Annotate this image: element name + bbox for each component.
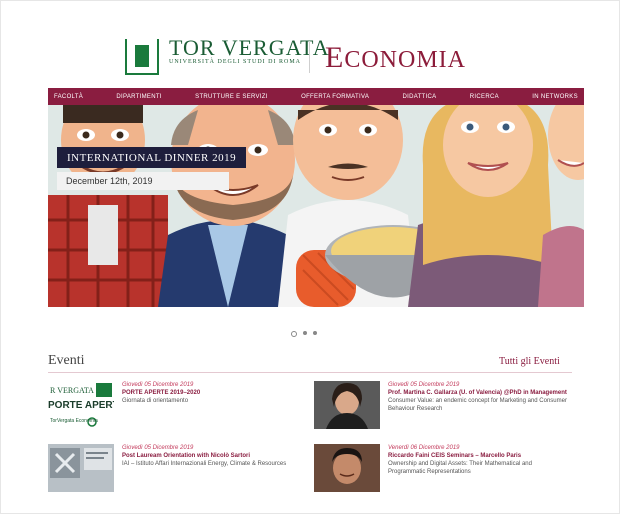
event-thumbnail: R VERGATA PORTE APERTE TorVergata Econom… xyxy=(48,381,114,429)
nav-item-ricerca[interactable]: Ricerca xyxy=(470,94,499,100)
event-text: Venerdì 06 Dicembre 2019 Riccardo Faini … xyxy=(388,444,568,476)
nav-item-networks[interactable]: In Networks xyxy=(532,94,578,100)
tor-vergata-emblem-icon xyxy=(125,39,159,75)
slide-title[interactable]: INTERNATIONAL DINNER 2019 xyxy=(57,147,247,168)
thumb-label-main: PORTE APERTE xyxy=(48,400,114,411)
speaker-photo xyxy=(314,381,380,429)
tor-vergata-title: TOR VERGATA xyxy=(169,35,330,60)
event-thumbnail xyxy=(314,444,380,492)
slider-dot-3[interactable] xyxy=(313,331,317,335)
event-text: Giovedì 05 Dicembre 2019 PORTE APERTE 20… xyxy=(122,381,302,405)
event-item[interactable]: R VERGATA PORTE APERTE TorVergata Econom… xyxy=(48,381,298,433)
event-item[interactable]: Giovedì 05 Dicembre 2019 Prof. Martina C… xyxy=(314,381,567,433)
event-description: Consumer Value: an endemic concept for M… xyxy=(388,398,567,412)
event-text: Giovedì 05 Dicembre 2019 Post Lauream Or… xyxy=(122,444,302,468)
speaker-photo xyxy=(314,444,380,492)
orientation-image xyxy=(48,444,114,492)
tor-vergata-logo[interactable]: TOR VERGATA UNIVERSITÀ DEGLI STUDI DI RO… xyxy=(119,35,359,79)
nav-item-didattica[interactable]: Didattica xyxy=(403,94,437,100)
economia-logo[interactable]: ECONOMIA xyxy=(325,41,466,75)
event-item[interactable]: Venerdì 06 Dicembre 2019 Riccardo Faini … xyxy=(314,444,564,496)
event-item[interactable]: Giovedì 05 Dicembre 2019 Post Lauream Or… xyxy=(48,444,298,496)
main-nav: Facoltà Dipartimenti Strutture e Servizi… xyxy=(48,88,584,105)
slide-date: December 12th, 2019 xyxy=(57,172,229,190)
event-thumbnail xyxy=(314,381,380,429)
slider-dot-1[interactable] xyxy=(291,331,297,337)
tor-vergata-subtitle: UNIVERSITÀ DEGLI STUDI DI ROMA xyxy=(169,59,301,65)
event-date: Giovedì 05 Dicembre 2019 xyxy=(122,445,194,451)
hero-illustration xyxy=(48,105,584,307)
event-title[interactable]: Riccardo Faini CEIS Seminars – Marcello … xyxy=(388,452,568,460)
event-title[interactable]: PORTE APERTE 2019–2020 xyxy=(122,389,302,397)
event-title[interactable]: Post Lauream Orientation with Nicolò Sar… xyxy=(122,452,302,460)
slider-dot-2[interactable] xyxy=(303,331,307,335)
slider-pagination xyxy=(291,331,317,337)
event-title[interactable]: Prof. Martina C. Gallarza (U. of Valenci… xyxy=(388,389,568,397)
nav-item-dipartimenti[interactable]: Dipartimenti xyxy=(116,94,161,100)
events-divider xyxy=(48,372,572,373)
events-heading: Eventi xyxy=(48,353,85,368)
event-description: Ownership and Digital Assets: Their Math… xyxy=(388,461,532,475)
event-thumbnail xyxy=(48,444,114,492)
hero-slider[interactable]: INTERNATIONAL DINNER 2019 December 12th,… xyxy=(48,105,584,307)
header-divider xyxy=(309,41,310,73)
thumb-label-bottom: TorVergata Economia xyxy=(50,418,98,424)
all-events-link[interactable]: Tutti gli Eventi xyxy=(499,356,560,367)
event-description: Giornata di orientamento xyxy=(122,398,189,404)
event-date: Giovedì 05 Dicembre 2019 xyxy=(388,382,460,388)
browser-frame: TOR VERGATA UNIVERSITÀ DEGLI STUDI DI RO… xyxy=(0,0,620,514)
event-description: IAI – Istituto Affari Internazionali Ene… xyxy=(122,461,287,467)
nav-item-offerta[interactable]: Offerta Formativa xyxy=(301,94,369,100)
event-date: Giovedì 05 Dicembre 2019 xyxy=(122,382,194,388)
thumb-label-top: R VERGATA xyxy=(50,386,94,395)
event-text: Giovedì 05 Dicembre 2019 Prof. Martina C… xyxy=(388,381,568,413)
nav-item-facolta[interactable]: Facoltà xyxy=(54,94,83,100)
event-date: Venerdì 06 Dicembre 2019 xyxy=(388,445,460,451)
nav-item-strutture[interactable]: Strutture e Servizi xyxy=(195,94,268,100)
